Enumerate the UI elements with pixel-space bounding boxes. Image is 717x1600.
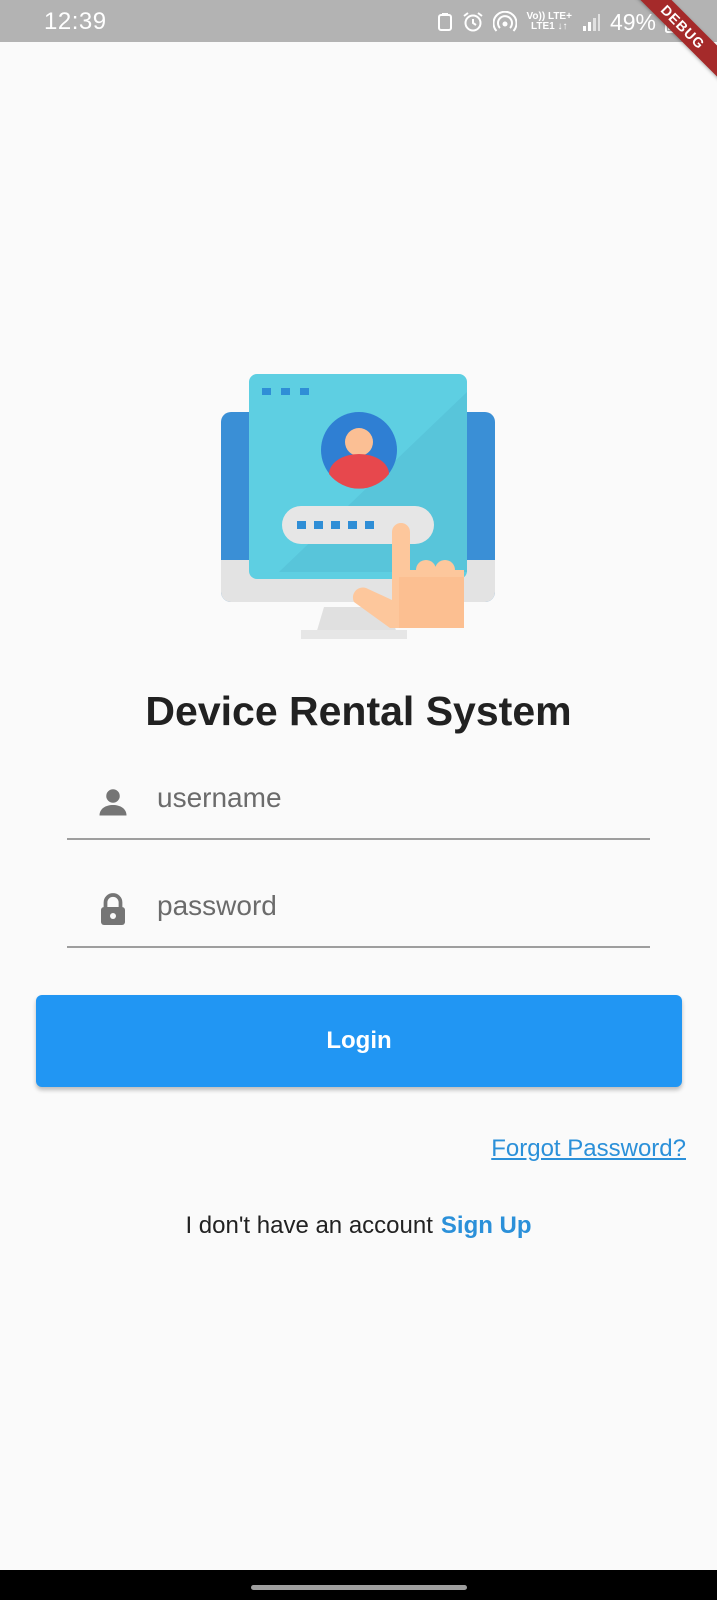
app-title: Device Rental System xyxy=(145,688,572,734)
password-field[interactable] xyxy=(67,868,650,948)
status-time: 12:39 xyxy=(44,8,107,35)
computer-login-illustration xyxy=(221,374,495,639)
status-icons: Vo)) LTE+ LTE1 ↓↑ 49% xyxy=(437,9,677,35)
signup-link[interactable]: Sign Up xyxy=(441,1212,532,1239)
battery-percent: 49% xyxy=(609,8,656,35)
network-indicator: Vo)) LTE+ LTE1 ↓↑ xyxy=(526,12,571,32)
signup-prompt: I don't have an account xyxy=(185,1212,433,1239)
password-input[interactable] xyxy=(157,884,627,928)
signal-icon xyxy=(582,14,600,31)
forgot-password-link[interactable]: Forgot Password? xyxy=(491,1135,686,1163)
navigation-bar xyxy=(0,1570,717,1600)
username-field[interactable] xyxy=(67,760,650,840)
username-input[interactable] xyxy=(157,776,627,820)
lock-icon xyxy=(101,893,125,925)
person-icon xyxy=(99,789,127,816)
alarm-icon xyxy=(463,12,484,32)
hotspot-icon xyxy=(493,11,518,32)
network-bottom: LTE1 ↓↑ xyxy=(530,21,568,32)
home-indicator[interactable] xyxy=(251,1585,467,1590)
status-bar: 12:39 Vo)) LTE+ LTE1 ↓↑ 49% xyxy=(0,0,717,42)
notification-icon xyxy=(438,13,453,31)
login-button[interactable]: Login xyxy=(36,995,682,1087)
signup-row: I don't have an account Sign Up xyxy=(0,1212,717,1240)
